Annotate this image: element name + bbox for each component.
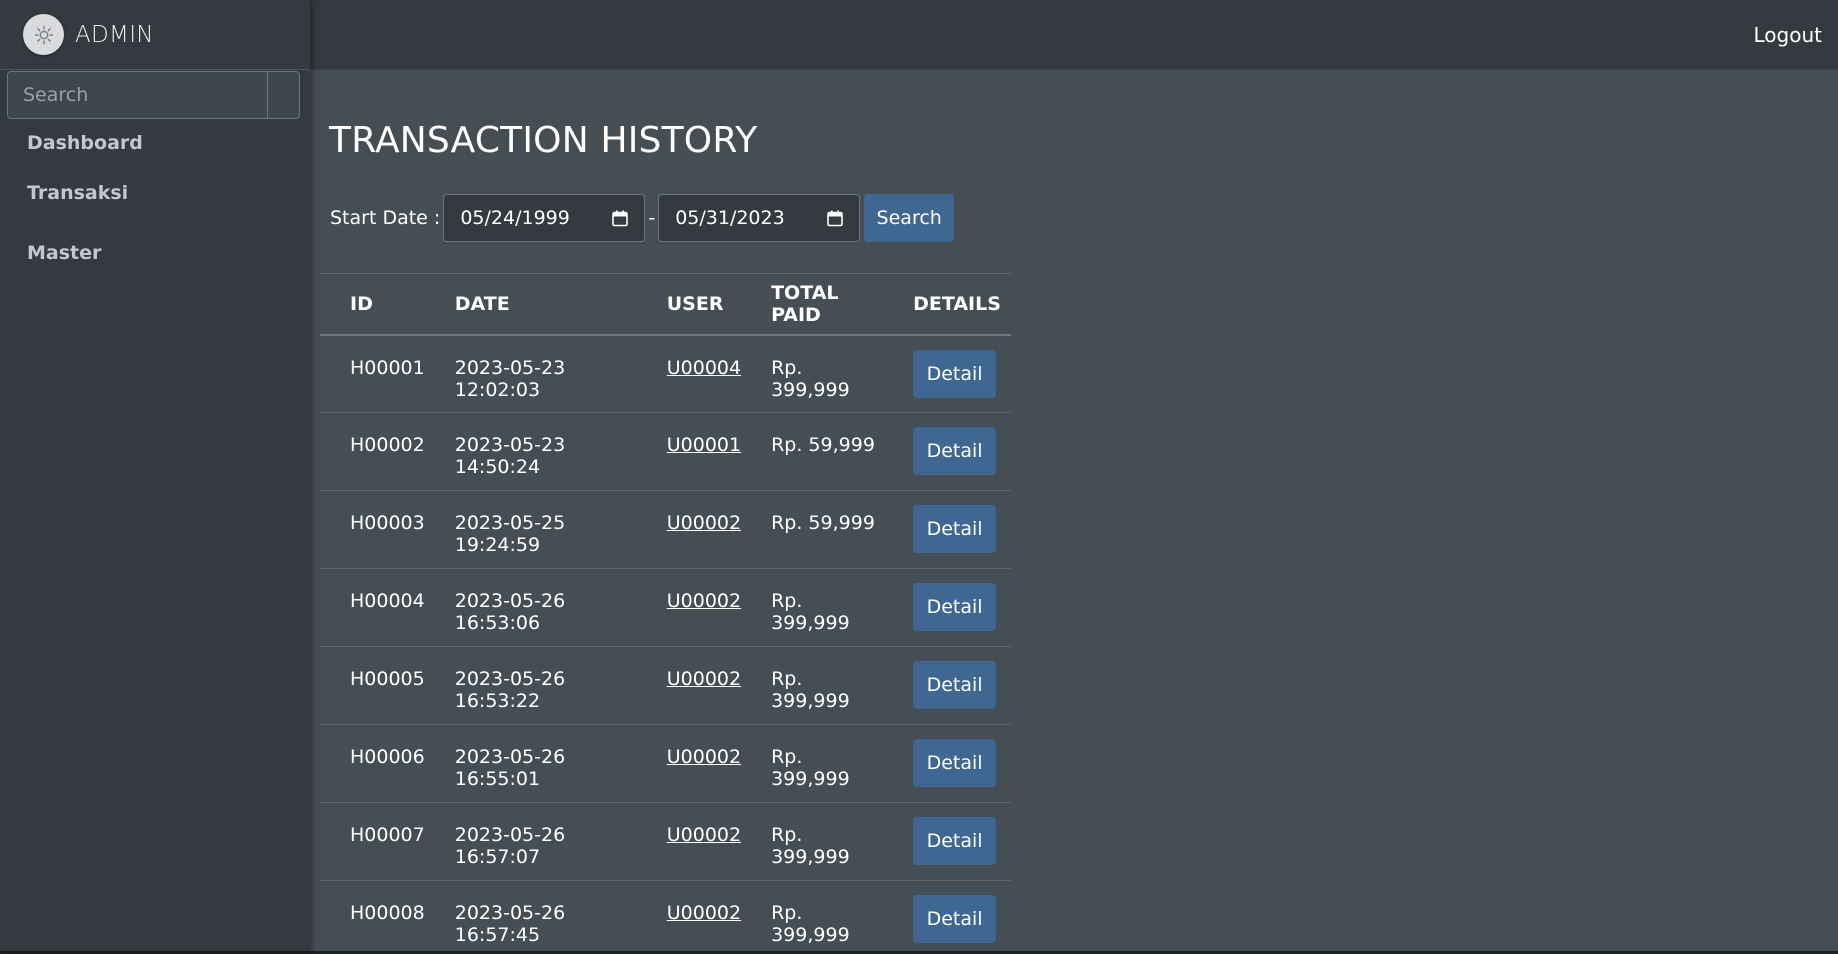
cell-details: Detail xyxy=(883,491,1011,569)
start-date-value: 05/24/1999 xyxy=(460,207,570,229)
cell-details: Detail xyxy=(883,413,1011,491)
cell-user: U00002 xyxy=(637,881,741,954)
table-row: H00002 2023-05-23 14:50:24 U00001 Rp. 59,99… xyxy=(320,413,1011,491)
table-row: H00005 2023-05-26 16:53:22 U00002 Rp. 399,9… xyxy=(320,647,1011,725)
calendar-icon[interactable] xyxy=(827,210,843,227)
search-button[interactable]: Search xyxy=(864,194,955,242)
cell-id: H00007 xyxy=(350,824,425,846)
table-header-row: ID DATE USER TOTAL PAID DETAILS xyxy=(320,273,1011,335)
detail-button[interactable]: Detail xyxy=(913,505,997,553)
cell-id: H00004 xyxy=(350,590,425,612)
cell-date: 2023-05-26 16:53:22 xyxy=(454,668,566,712)
cell-details: Detail xyxy=(883,647,1011,725)
detail-button[interactable]: Detail xyxy=(913,739,997,787)
user-link[interactable]: U00002 xyxy=(667,746,741,768)
start-date-input[interactable]: 05/24/1999 xyxy=(443,194,646,242)
cell-date: 2023-05-26 16:53:06 xyxy=(454,590,566,634)
table-row: H00001 2023-05-23 12:02:03 U00004 Rp. 399,9… xyxy=(320,335,1011,413)
cell-user: U00001 xyxy=(637,413,741,491)
detail-button[interactable]: Detail xyxy=(913,583,997,631)
user-link[interactable]: U00001 xyxy=(667,434,741,456)
cell-user: U00002 xyxy=(637,569,741,647)
end-date-input[interactable]: 05/31/2023 xyxy=(658,194,861,242)
cell-total-paid: Rp. 59,999 xyxy=(771,512,875,534)
user-link[interactable]: U00004 xyxy=(667,357,741,379)
sidebar-search xyxy=(7,71,300,119)
cell-details: Detail xyxy=(883,725,1011,803)
cell-user: U00002 xyxy=(637,491,741,569)
cell-date: 2023-05-23 12:02:03 xyxy=(454,356,566,401)
calendar-icon[interactable] xyxy=(612,210,629,227)
cell-total-paid: Rp. 399,999 xyxy=(771,590,850,634)
cell-details: Detail xyxy=(883,569,1011,647)
sidebar-item-transaksi[interactable]: Transaksi xyxy=(27,182,128,204)
cell-date: 2023-05-26 16:55:01 xyxy=(454,746,566,790)
table-row: H00004 2023-05-26 16:53:06 U00002 Rp. 399,9… xyxy=(320,569,1011,647)
table-row: H00007 2023-05-26 16:57:07 U00002 Rp. 399,9… xyxy=(320,803,1011,881)
cell-total-paid: Rp. 399,999 xyxy=(771,668,850,712)
cell-id: H00005 xyxy=(350,668,425,690)
cell-id: H00008 xyxy=(350,902,425,924)
cell-total-paid: Rp. 399,999 xyxy=(771,824,850,868)
cell-details: Detail xyxy=(883,803,1011,881)
table-row: H00003 2023-05-25 19:24:59 U00002 Rp. 59,99… xyxy=(320,491,1011,569)
cell-total-paid: Rp. 399,999 xyxy=(771,356,850,401)
column-header-id: ID xyxy=(350,292,373,315)
date-filter: Start Date : 05/24/1999 - 05/31/2023 Sea… xyxy=(330,194,955,242)
user-link[interactable]: U00002 xyxy=(667,512,741,534)
cell-details: Detail xyxy=(883,881,1011,954)
sidebar-item-dashboard[interactable]: Dashboard xyxy=(27,132,143,154)
cell-date: 2023-05-26 16:57:07 xyxy=(454,824,566,868)
column-header-total-paid: TOTAL PAID xyxy=(771,281,839,326)
cell-id: H00002 xyxy=(350,434,425,456)
brand-name: ADMIN xyxy=(75,21,154,48)
detail-button[interactable]: Detail xyxy=(913,661,997,709)
sidebar-item-master[interactable]: Master xyxy=(27,242,101,264)
cell-date: 2023-05-23 14:50:24 xyxy=(454,434,566,478)
column-header-date: DATE xyxy=(454,292,510,315)
gear-icon xyxy=(23,14,64,55)
cell-date: 2023-05-25 19:24:59 xyxy=(454,512,566,556)
cell-user: U00002 xyxy=(637,803,741,881)
cell-total-paid: Rp. 399,999 xyxy=(771,746,850,790)
topbar: Logout xyxy=(310,0,1838,70)
user-link[interactable]: U00002 xyxy=(667,668,741,690)
date-range-separator: - xyxy=(648,207,656,229)
user-link[interactable]: U00002 xyxy=(667,590,741,612)
column-header-user: USER xyxy=(666,292,724,315)
table-row: H00006 2023-05-26 16:55:01 U00002 Rp. 399,9… xyxy=(320,725,1011,803)
logout-link[interactable]: Logout xyxy=(1754,23,1822,47)
cell-total-paid: Rp. 399,999 xyxy=(771,902,850,946)
transaction-table: ID DATE USER TOTAL PAID DETAILS H00001 20… xyxy=(320,273,1011,954)
start-date-label: Start Date : xyxy=(330,207,441,229)
search-submit-button[interactable] xyxy=(267,72,299,118)
brand[interactable]: ADMIN xyxy=(0,0,310,70)
detail-button[interactable]: Detail xyxy=(913,427,997,475)
page-title: TRANSACTION HISTORY xyxy=(329,120,758,161)
cell-user: U00002 xyxy=(637,725,741,803)
cell-id: H00006 xyxy=(350,746,425,768)
cell-total-paid: Rp. 59,999 xyxy=(771,434,875,456)
cell-user: U00002 xyxy=(637,647,741,725)
cell-date: 2023-05-26 16:57:45 xyxy=(454,902,566,946)
end-date-value: 05/31/2023 xyxy=(675,207,785,229)
cell-id: H00003 xyxy=(350,512,425,534)
main-content: TRANSACTION HISTORY Start Date : 05/24/1… xyxy=(310,70,1838,954)
detail-button[interactable]: Detail xyxy=(913,349,997,398)
cell-id: H00001 xyxy=(350,356,425,379)
sidebar: ADMIN Dashboard Transaksi Master xyxy=(0,0,310,951)
user-link[interactable]: U00002 xyxy=(667,824,741,846)
user-link[interactable]: U00002 xyxy=(667,902,741,924)
cell-details: Detail xyxy=(883,335,1011,413)
table-row: H00008 2023-05-26 16:57:45 U00002 Rp. 399,9… xyxy=(320,881,1011,954)
detail-button[interactable]: Detail xyxy=(913,817,997,865)
detail-button[interactable]: Detail xyxy=(913,895,997,943)
cell-user: U00004 xyxy=(637,335,741,413)
column-header-details: DETAILS xyxy=(913,292,1001,315)
search-input[interactable] xyxy=(8,72,267,118)
